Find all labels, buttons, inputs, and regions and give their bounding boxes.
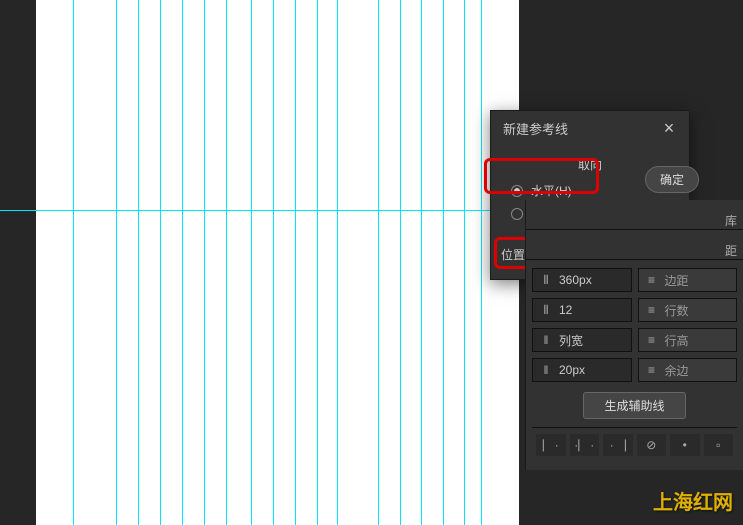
lines-icon: ≡ — [645, 303, 659, 317]
columns-icon: ⦀ — [539, 303, 553, 318]
dot-icon[interactable]: • — [670, 434, 700, 456]
bars-icon: ‖ — [539, 363, 553, 377]
guide-vertical[interactable] — [138, 0, 139, 525]
guide-vertical[interactable] — [400, 0, 401, 525]
guide-vertical[interactable] — [481, 0, 482, 525]
extra-label: ≡余边 — [638, 358, 738, 382]
ok-button[interactable]: 确定 — [645, 166, 699, 193]
artboard[interactable] — [36, 0, 519, 525]
align-left-icon[interactable]: ⎸· — [536, 434, 566, 456]
dialog-title: 新建参考线 — [503, 119, 568, 138]
rowheight-label: ≡行高 — [638, 328, 738, 352]
guide-vertical[interactable] — [226, 0, 227, 525]
guide-vertical[interactable] — [160, 0, 161, 525]
lines-icon: ≡ — [645, 273, 659, 287]
width-field[interactable]: ⦀360px — [532, 268, 632, 292]
margin-label: ≡边距 — [638, 268, 738, 292]
radio-icon — [511, 208, 523, 220]
close-icon[interactable]: × — [661, 121, 677, 137]
guide-vertical[interactable] — [251, 0, 252, 525]
guide-panel: 库 距 ⦀360px ≡边距 ⦀12 ≡行数 ‖列宽 ≡行高 ‖20px ≡余边… — [525, 200, 743, 470]
tab-library[interactable]: 库 — [725, 212, 737, 229]
guide-vertical[interactable] — [204, 0, 205, 525]
align-right-icon[interactable]: ·⎹ — [603, 434, 633, 456]
align-center-h-icon[interactable]: ·⎸· — [570, 434, 600, 456]
guide-vertical[interactable] — [116, 0, 117, 525]
guide-vertical[interactable] — [378, 0, 379, 525]
guide-vertical[interactable] — [317, 0, 318, 525]
guide-vertical[interactable] — [73, 0, 74, 525]
columns-icon: ⦀ — [539, 273, 553, 288]
guide-vertical[interactable] — [443, 0, 444, 525]
lines-icon: ≡ — [645, 333, 659, 347]
horizontal-label: 水平(H) — [531, 182, 572, 199]
clear-icon[interactable]: ⊘ — [637, 434, 667, 456]
colwidth-field[interactable]: ‖列宽 — [532, 328, 632, 352]
generate-guides-button[interactable]: 生成辅助线 — [583, 392, 685, 419]
guide-vertical[interactable] — [337, 0, 338, 525]
lines-icon: ≡ — [645, 363, 659, 377]
guide-vertical[interactable] — [295, 0, 296, 525]
rows-label: ≡行数 — [638, 298, 738, 322]
canvas-area — [0, 0, 523, 525]
guide-horizontal[interactable] — [0, 210, 523, 211]
square-icon[interactable]: ▫ — [704, 434, 734, 456]
gutter-field[interactable]: ‖20px — [532, 358, 632, 382]
guide-vertical[interactable] — [421, 0, 422, 525]
watermark: 上海红网 — [653, 486, 733, 515]
guide-vertical[interactable] — [273, 0, 274, 525]
guide-vertical[interactable] — [182, 0, 183, 525]
bars-icon: ‖ — [539, 333, 553, 347]
tab-distance[interactable]: 距 — [725, 242, 737, 259]
columns-field[interactable]: ⦀12 — [532, 298, 632, 322]
radio-icon — [511, 185, 523, 197]
guide-vertical[interactable] — [464, 0, 465, 525]
